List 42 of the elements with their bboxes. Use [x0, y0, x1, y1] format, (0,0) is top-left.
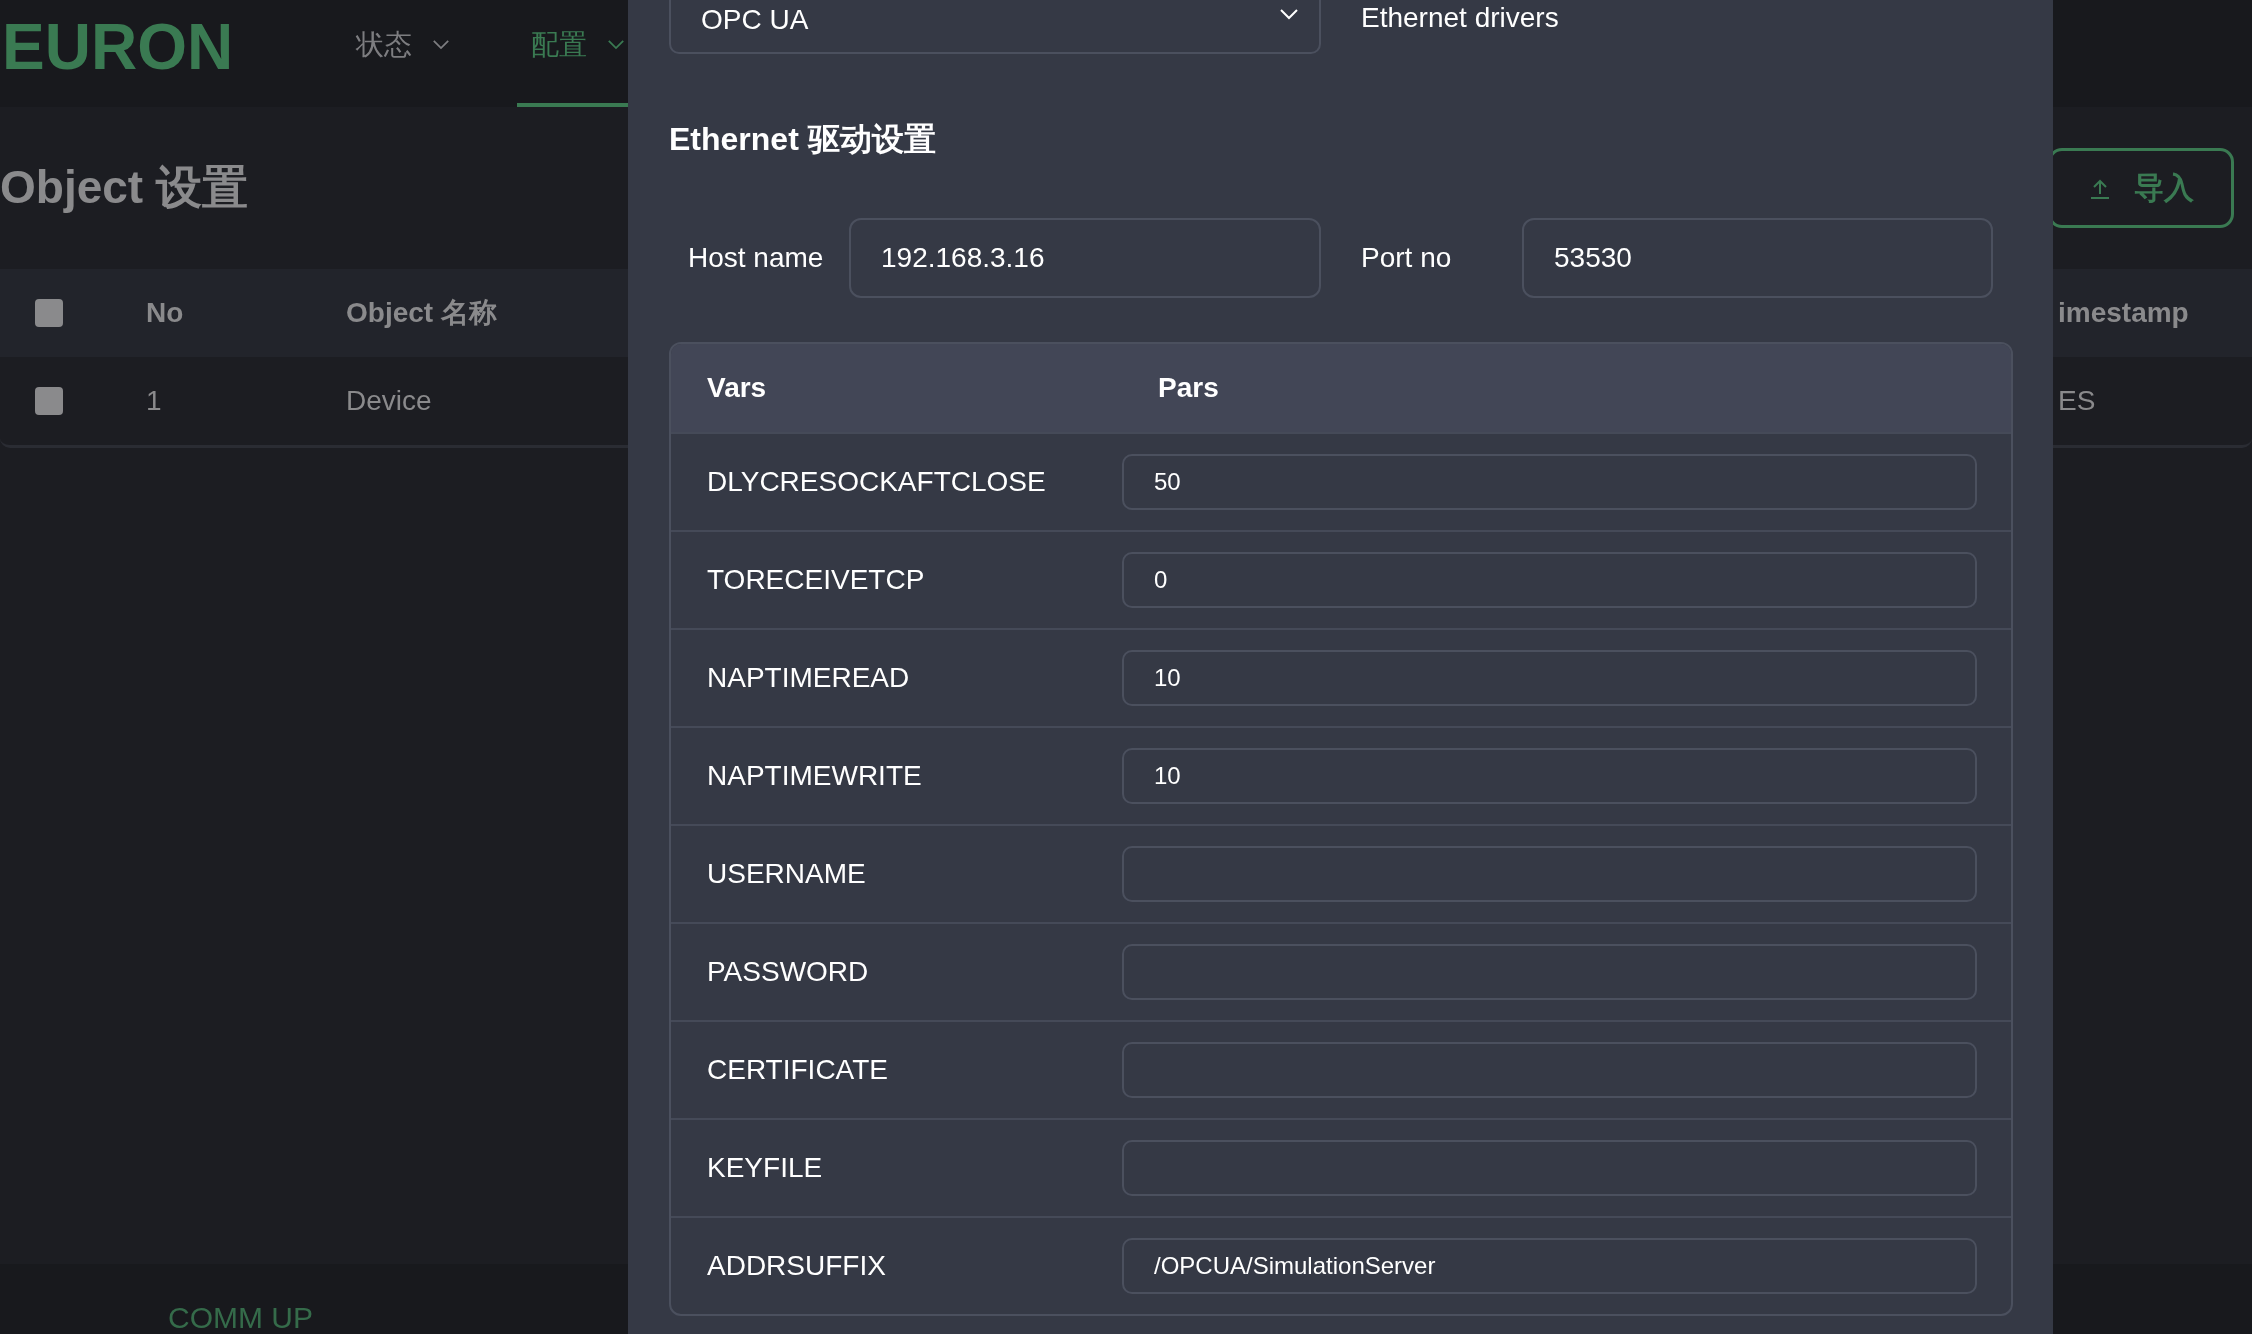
input-field[interactable]: 50	[1122, 454, 1977, 510]
input-field[interactable]: 0	[1122, 552, 1977, 608]
input-field[interactable]: 10	[1122, 748, 1977, 804]
status-text: COMM UP	[168, 1301, 313, 1334]
variable-name: DLYCRESOCKAFTCLOSE	[706, 466, 1047, 498]
checkbox[interactable]	[35, 387, 63, 415]
column-header: No	[146, 297, 184, 329]
column-header: imestamp	[2058, 297, 2189, 329]
input-field[interactable]: /OPCUA/SimulationServer	[1122, 1238, 1977, 1294]
driver-select[interactable]: OPC UA	[669, 0, 1321, 54]
input-field[interactable]	[1122, 846, 1977, 902]
variable-name: USERNAME	[706, 858, 867, 890]
chevron-down-icon	[432, 39, 450, 50]
logo: EURON	[1, 9, 235, 85]
field-label: Port no	[1360, 242, 1453, 274]
input-field[interactable]: 10	[1122, 650, 1977, 706]
input-field[interactable]: 53530	[1522, 218, 1993, 298]
variable-name: KEYFILE	[706, 1152, 824, 1184]
column-header: Object 名称	[346, 296, 497, 330]
chevron-down-icon	[1279, 8, 1299, 20]
input-field[interactable]: 192.168.3.16	[849, 218, 1321, 298]
checkbox[interactable]	[35, 299, 63, 327]
variable-name: NAPTIMEWRITE	[706, 760, 923, 792]
input-field[interactable]	[1122, 944, 1977, 1000]
variable-name: TORECEIVETCP	[706, 564, 926, 596]
variable-name: NAPTIMEREAD	[706, 662, 911, 694]
input-field[interactable]	[1122, 1042, 1977, 1098]
table-cell: Device	[346, 385, 432, 417]
variable-name: ADDRSUFFIX	[706, 1250, 887, 1282]
table-cell: ES	[2058, 385, 2096, 417]
page-title: Object 设置	[0, 160, 248, 215]
column-header: Vars	[706, 372, 768, 404]
chevron-down-icon	[607, 39, 625, 50]
section-title: Ethernet 驱动设置	[669, 120, 937, 159]
driver-description: Ethernet drivers	[1361, 2, 1559, 34]
column-header: Pars	[1157, 372, 1220, 404]
table-cell: 1	[146, 385, 162, 417]
variable-name: PASSWORD	[706, 956, 870, 988]
variable-name: CERTIFICATE	[706, 1054, 889, 1086]
input-field[interactable]	[1122, 1140, 1977, 1196]
nav-tab[interactable]: 状态	[342, 0, 487, 107]
field-label: Host name	[687, 242, 825, 274]
